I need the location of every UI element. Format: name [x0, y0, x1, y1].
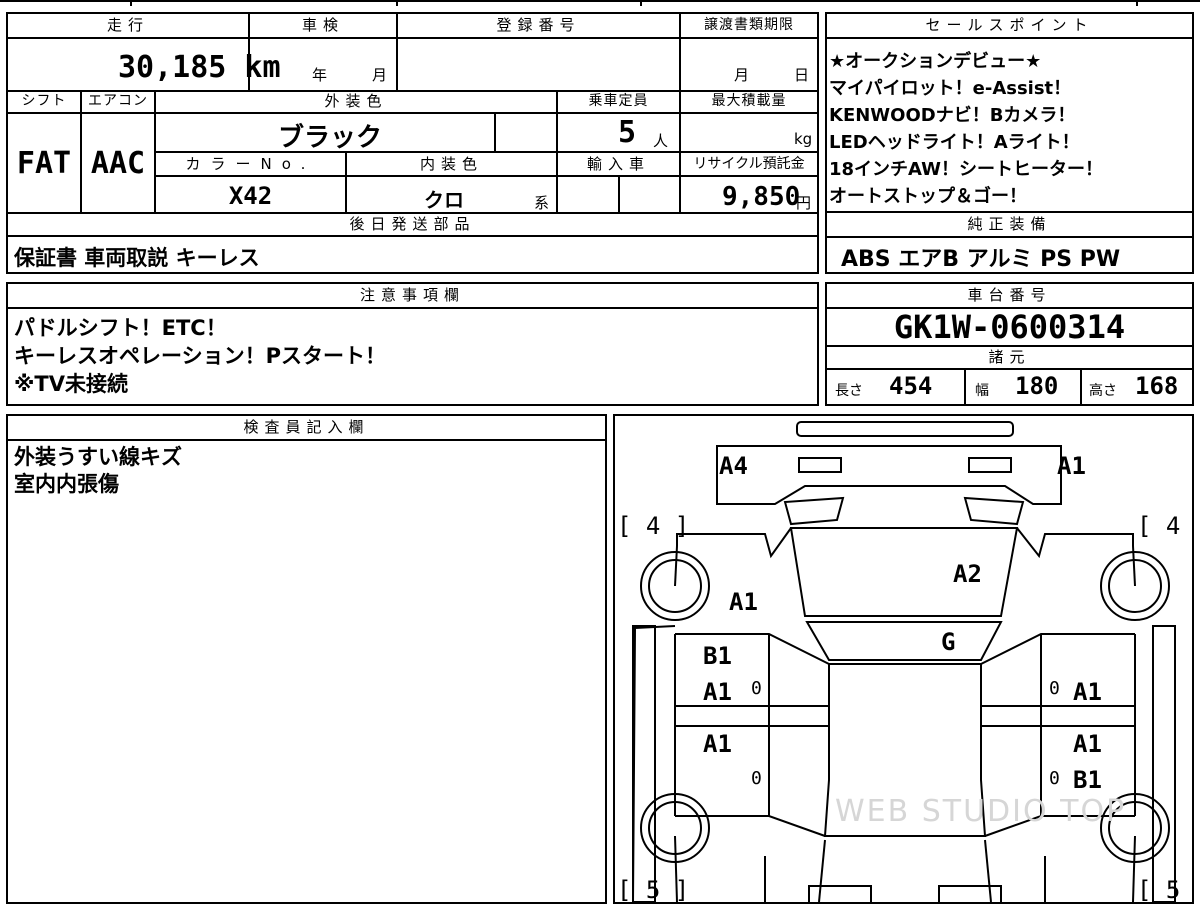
chassis-value: GK1W-0600314 [893, 308, 1126, 346]
color-no-value: X42 [228, 182, 273, 210]
chassis-header: 車台番号 [967, 286, 1052, 304]
factory-equipment-box: 純正装備 ABS エアB アルミ PS PW [825, 211, 1194, 274]
exterior-color-value: ブラック [278, 123, 383, 153]
width-value: 180 [1015, 372, 1059, 400]
sales-point-line: マイパイロット！e-Assist！ [829, 78, 1072, 99]
inspector-header: 検査員記入欄 [243, 418, 370, 436]
damage-front-right: A1 [1057, 452, 1086, 480]
sales-points-box: セールスポイント ★オークションデビュー★ マイパイロット！e-Assist！ … [825, 12, 1194, 213]
color-no-header: カラーNo. [185, 155, 316, 173]
capacity-header: 乗車定員 [588, 93, 649, 109]
interior-color-header: 内装色 [419, 155, 483, 173]
notes-header: 注意事項欄 [359, 286, 465, 304]
mileage-header: 走行 [106, 16, 149, 34]
sales-point-line: オートストップ＆ゴー！ [829, 186, 1027, 207]
note-line: キーレスオペレーション！Pスタート！ [14, 344, 386, 368]
import-header: 輸入車 [586, 155, 650, 173]
interior-color-value: クロ [424, 188, 464, 212]
later-parts-header: 後日発送部品 [349, 215, 476, 233]
tire-front-left: [ 4 ] [617, 512, 690, 540]
shift-value: FAT [16, 146, 72, 181]
vehicle-info-table: 走行 車検 登録番号 譲渡書類期限 30,185 km 年 月 月 日 シフト … [6, 12, 819, 274]
shift-header: シフト [21, 93, 67, 109]
exterior-color-header: 外装色 [324, 92, 388, 110]
damage-hood: A2 [953, 560, 982, 588]
notes-box: 注意事項欄 パドルシフト！ETC！ キーレスオペレーション！Pスタート！ ※TV… [6, 282, 819, 406]
mileage-value: 30,185 km [118, 50, 281, 85]
damage-left-fender: A1 [729, 588, 758, 616]
damage-front-left: A4 [719, 452, 748, 480]
load-unit: kg [794, 130, 813, 148]
length-value: 454 [889, 372, 933, 400]
length-label: 長さ [835, 383, 863, 399]
recycle-value: 9,850 [722, 182, 801, 212]
registration-header: 登録番号 [496, 16, 581, 34]
car-outline [632, 421, 1176, 902]
later-parts-value: 保証書 車両取説 キーレス [14, 246, 260, 270]
car-damage-diagram: WEB STUDIO TOP [ 4 ] [ 4 ] [ 5 ] [ 5 ] A… [613, 414, 1194, 904]
aircon-header: エアコン [88, 93, 148, 109]
factory-equipment-value: ABS エアB アルミ PS PW [841, 247, 1121, 272]
aircon-value: AAC [90, 146, 146, 181]
capacity-unit: 人 [653, 132, 669, 150]
sales-point-line: KENWOODナビ！Bカメラ！ [829, 105, 1076, 126]
sales-points-header: セールスポイント [925, 16, 1094, 34]
recycle-header: リサイクル預託金 [693, 156, 805, 172]
damage-right-rear-door: B1 [1073, 766, 1102, 794]
sales-point-line: 18インチAW！シートヒーター！ [829, 159, 1104, 180]
damage-windshield: G [941, 628, 956, 656]
height-label: 高さ [1089, 383, 1117, 399]
damage-right-rear-door: A1 [1073, 730, 1102, 758]
chassis-box: 車台番号 GK1W-0600314 諸元 長さ 454 幅 180 高さ 168 [825, 282, 1194, 406]
damage-left-front-door: A1 [703, 678, 732, 706]
specs-header: 諸元 [988, 348, 1031, 366]
tire-front-right: [ 4 ] [1137, 512, 1192, 540]
zero-mark: 0 [1049, 678, 1060, 699]
width-label: 幅 [975, 383, 989, 399]
interior-suffix: 系 [534, 194, 550, 212]
inspector-line: 外装うすい線キズ [14, 445, 182, 469]
zero-mark: 0 [751, 678, 762, 699]
transfer-day-unit: 日 [794, 66, 810, 84]
height-value: 168 [1135, 372, 1179, 400]
factory-equipment-header: 純正装備 [967, 215, 1052, 233]
inspection-year-unit: 年 [312, 66, 328, 84]
sales-point-line: ★オークションデビュー★ [829, 51, 1042, 72]
transfer-month-unit: 月 [734, 66, 750, 84]
recycle-unit: 円 [796, 194, 812, 212]
damage-left-rear-door: A1 [703, 730, 732, 758]
note-line: ※TV未接続 [14, 372, 128, 396]
sales-point-line: LEDヘッドライト！Aライト！ [829, 132, 1080, 153]
inspector-box: 検査員記入欄 外装うすい線キズ 室内内張傷 [6, 414, 607, 904]
transfer-deadline-header: 譲渡書類期限 [704, 17, 794, 33]
damage-right-front-door: A1 [1073, 678, 1102, 706]
inspector-line: 室内内張傷 [14, 472, 119, 496]
max-load-header: 最大積載量 [711, 93, 787, 109]
damage-left-front-door: B1 [703, 642, 732, 670]
zero-mark: 0 [1049, 768, 1060, 789]
zero-mark: 0 [751, 768, 762, 789]
capacity-value: 5 [618, 115, 637, 150]
inspection-month-unit: 月 [372, 66, 388, 84]
watermark: WEB STUDIO TOP [835, 794, 1127, 829]
inspection-header: 車検 [301, 16, 344, 34]
note-line: パドルシフト！ETC！ [14, 316, 227, 340]
